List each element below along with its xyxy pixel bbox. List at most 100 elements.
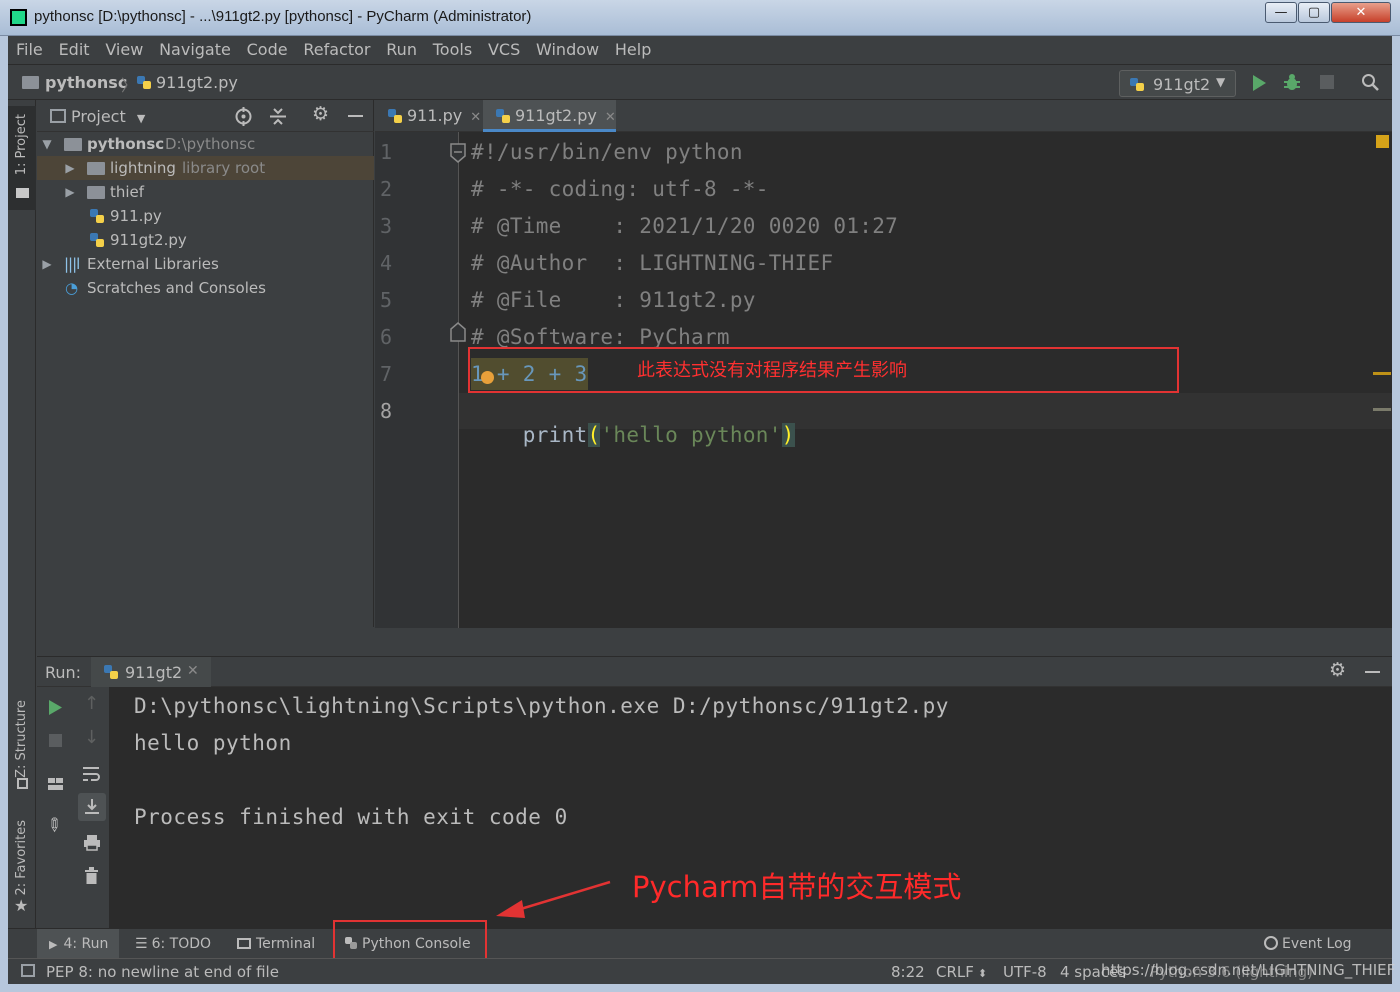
scroll-to-end-button[interactable] <box>78 793 106 821</box>
search-icon[interactable] <box>1361 73 1380 92</box>
caret-position[interactable]: 8:22 <box>891 963 925 981</box>
locate-icon[interactable] <box>234 107 253 126</box>
weak-warning-stripe-mark[interactable] <box>1373 408 1391 411</box>
tool-tab-event-log[interactable]: Event Log <box>1264 929 1360 959</box>
open-paren: ( <box>587 423 601 447</box>
folder-icon <box>22 76 39 89</box>
close-tab-icon[interactable]: ✕ <box>187 663 199 679</box>
title-bar[interactable]: pythonsc [D:\pythonsc] - ...\911gt2.py [… <box>0 0 1400 36</box>
console-line-command: D:\pythonsc\lightning\Scripts\python.exe… <box>134 694 949 718</box>
scratches-icon: ◔ <box>65 279 79 297</box>
fold-start-icon[interactable] <box>450 143 466 163</box>
debug-icon[interactable] <box>1283 73 1301 92</box>
run-panel-title: Run: <box>45 663 82 682</box>
pin-icon[interactable]: ✎ <box>41 813 67 839</box>
expanded-arrow-icon: ▼ <box>42 137 52 151</box>
tree-item-external-libraries[interactable]: ▶ |||l External Libraries <box>37 252 374 276</box>
favorites-tool-tab[interactable]: 2: Favorites ★ <box>8 816 36 916</box>
tool-tab-label: 4: Run <box>63 936 109 952</box>
line-number: 3 <box>380 214 393 238</box>
collapse-all-icon[interactable] <box>269 107 287 126</box>
close-tab-icon[interactable]: ✕ <box>470 110 481 125</box>
stop-icon[interactable] <box>1320 75 1334 89</box>
toggle-tool-windows-icon[interactable] <box>21 964 35 977</box>
up-arrow-icon[interactable]: ↑ <box>84 693 99 714</box>
tree-item-scratches[interactable]: ◔ Scratches and Consoles <box>37 276 374 300</box>
soft-wrap-icon[interactable] <box>82 766 101 782</box>
menu-run[interactable]: Run <box>386 36 417 64</box>
tool-tab-run[interactable]: ▶ 4: Run <box>37 929 119 959</box>
tree-item-lightning[interactable]: ▶ lightning library root <box>37 156 374 180</box>
tab-911gt2-py[interactable]: 911gt2.py ✕ <box>483 100 616 132</box>
status-message: PEP 8: no newline at end of file <box>46 963 279 981</box>
menu-tools[interactable]: Tools <box>433 36 472 64</box>
run-tab-911gt2[interactable]: 911gt2 ✕ <box>91 657 211 688</box>
line-number-current: 8 <box>380 399 393 423</box>
down-arrow-icon[interactable]: ↓ <box>84 727 99 748</box>
menu-bar: File Edit View Navigate Code Refactor Ru… <box>8 36 1392 64</box>
library-icon: |||l <box>64 255 80 273</box>
chevron-down-icon: ▼ <box>136 112 146 125</box>
annotation-text: 此表达式没有对程序结果产生影响 <box>637 360 907 381</box>
structure-tool-tab[interactable]: Z: Structure <box>8 696 36 796</box>
tree-item-label: 911gt2.py <box>110 231 187 249</box>
close-tab-icon[interactable]: ✕ <box>605 110 616 125</box>
print-icon[interactable] <box>83 834 101 851</box>
tool-tab-label: Event Log <box>1282 936 1352 952</box>
menu-refactor[interactable]: Refactor <box>303 36 370 64</box>
collapsed-arrow-icon: ▶ <box>65 185 75 199</box>
status-bar: PEP 8: no newline at end of file 8:22 CR… <box>8 958 1395 984</box>
rerun-icon[interactable] <box>48 699 63 716</box>
tree-item-note: library root <box>182 159 266 177</box>
collapsed-arrow-icon: ▶ <box>65 161 75 175</box>
tree-item-thief[interactable]: ▶ thief <box>37 180 374 204</box>
pycharm-logo-icon <box>10 9 27 26</box>
gear-icon[interactable]: ⚙ <box>312 103 329 125</box>
minimize-button[interactable]: — <box>1265 2 1297 23</box>
inspection-status-icon[interactable] <box>1376 135 1389 148</box>
close-window-button[interactable]: ✕ <box>1331 2 1391 23</box>
tool-tab-todo[interactable]: ☰ 6: TODO <box>135 929 221 959</box>
stop-icon[interactable] <box>49 734 62 747</box>
menu-edit[interactable]: Edit <box>59 36 90 64</box>
tree-item-label: pythonsc <box>87 135 165 153</box>
run-icon[interactable] <box>1251 74 1267 92</box>
run-configuration-select[interactable]: 911gt2 ▼ <box>1119 70 1236 97</box>
hide-panel-icon[interactable] <box>348 115 363 117</box>
breadcrumb-project[interactable]: pythonsc <box>45 73 127 92</box>
python-file-icon <box>496 109 510 123</box>
breadcrumb-file[interactable]: 911gt2.py <box>156 73 238 92</box>
tab-911-py[interactable]: 911.py ✕ <box>375 100 482 132</box>
chevron-down-icon: ▼ <box>1216 75 1226 89</box>
warning-stripe-mark[interactable] <box>1373 372 1391 375</box>
menu-vcs[interactable]: VCS <box>488 36 520 64</box>
console-line-output: hello python <box>134 731 292 755</box>
encoding-select[interactable]: UTF-8 <box>1003 963 1047 981</box>
menu-window[interactable]: Window <box>536 36 599 64</box>
tree-item-label: Scratches and Consoles <box>87 279 266 297</box>
tree-item-path: D:\pythonsc <box>165 135 256 153</box>
hide-panel-icon[interactable] <box>1365 671 1380 673</box>
project-view-select[interactable]: Project ▼ <box>71 107 145 126</box>
trash-icon[interactable] <box>84 867 99 885</box>
project-tool-tab[interactable]: 1: Project <box>8 106 36 210</box>
layout-icon[interactable] <box>47 777 64 791</box>
code-line-2: # -*- coding: utf-8 -*- <box>471 177 769 201</box>
menu-view[interactable]: View <box>105 36 143 64</box>
maximize-button[interactable]: ▢ <box>1298 2 1330 23</box>
python-file-icon <box>388 109 402 123</box>
fold-end-icon[interactable] <box>450 322 466 342</box>
code-editor[interactable]: 1 2 3 4 5 6 7 8 #!/usr/bin/env python # … <box>375 132 1392 628</box>
tree-item-911gt2-py[interactable]: 911gt2.py <box>37 228 374 252</box>
menu-help[interactable]: Help <box>615 36 651 64</box>
menu-code[interactable]: Code <box>247 36 288 64</box>
tab-label: 911.py <box>407 106 463 125</box>
tree-item-911-py[interactable]: 911.py <box>37 204 374 228</box>
line-separator-select[interactable]: CRLF ⬍ <box>936 963 987 981</box>
menu-file[interactable]: File <box>16 36 43 64</box>
tree-item-pythonsc[interactable]: ▼ pythonsc D:\pythonsc <box>37 132 374 156</box>
print-keyword: print <box>522 423 588 447</box>
tool-tab-terminal[interactable]: Terminal <box>237 929 327 959</box>
menu-navigate[interactable]: Navigate <box>159 36 231 64</box>
gear-icon[interactable]: ⚙ <box>1329 659 1346 681</box>
